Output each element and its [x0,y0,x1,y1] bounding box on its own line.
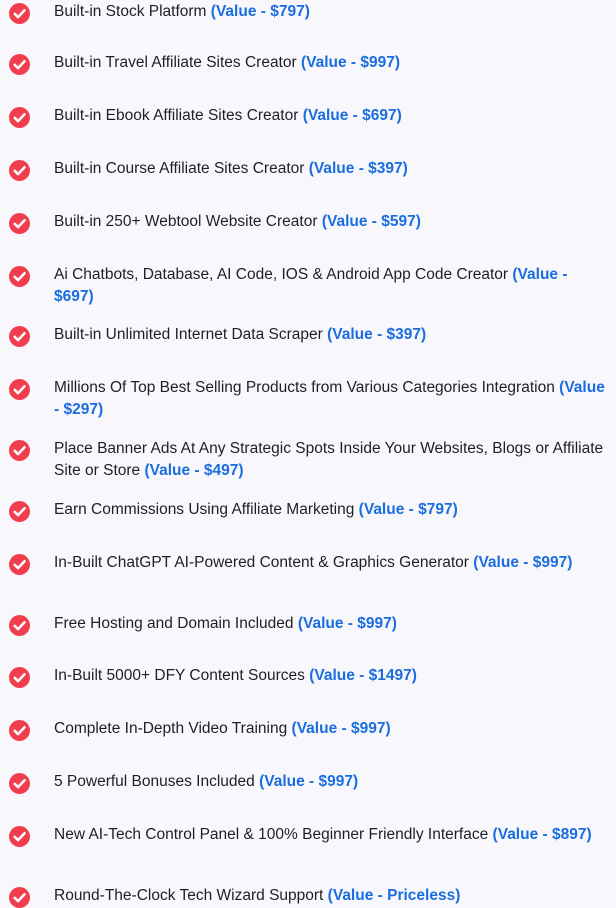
check-circle-icon [9,266,30,287]
feature-value: (Value - $397) [308,160,408,177]
list-item: Complete In-Depth Video Training (Value … [0,718,616,766]
feature-text: Built-in Ebook Affiliate Sites Creator (… [54,105,610,127]
feature-value: (Value - $497) [144,462,244,479]
check-circle-icon [9,615,30,636]
check-circle-icon [9,773,30,794]
feature-label: Built-in Unlimited Internet Data Scraper [54,326,323,343]
list-item: Millions Of Top Best Selling Products fr… [0,377,616,425]
feature-label: In-Built 5000+ DFY Content Sources [54,667,305,684]
list-item: New AI-Tech Control Panel & 100% Beginne… [0,824,616,872]
check-circle-icon [9,440,30,461]
feature-value: (Value - $697) [302,107,402,124]
feature-text: In-Built ChatGPT AI-Powered Content & Gr… [54,552,610,574]
feature-text: Free Hosting and Domain Included (Value … [54,613,610,635]
list-item: Built-in Ebook Affiliate Sites Creator (… [0,105,616,153]
feature-label: Free Hosting and Domain Included [54,615,294,632]
feature-text: In-Built 5000+ DFY Content Sources (Valu… [54,665,610,687]
list-item: Built-in 250+ Webtool Website Creator (V… [0,211,616,259]
check-circle-icon [9,826,30,847]
feature-label: New AI-Tech Control Panel & 100% Beginne… [54,826,489,843]
feature-value: (Value - $997) [473,554,573,571]
list-item: Built-in Stock Platform (Value - $797) [0,1,616,49]
feature-value: (Value - $1497) [309,667,417,684]
check-circle-icon [9,54,30,75]
list-item: Ai Chatbots, Database, AI Code, IOS & An… [0,264,616,312]
feature-value: (Value - $797) [358,501,458,518]
list-item: Built-in Course Affiliate Sites Creator … [0,158,616,206]
feature-label: Built-in Stock Platform [54,3,207,20]
feature-text: Built-in Stock Platform (Value - $797) [54,1,610,23]
feature-text: Built-in Unlimited Internet Data Scraper… [54,324,610,346]
feature-value: (Value - $397) [327,326,427,343]
feature-text: Ai Chatbots, Database, AI Code, IOS & An… [54,264,610,308]
feature-text: Built-in 250+ Webtool Website Creator (V… [54,211,610,233]
feature-label: Built-in 250+ Webtool Website Creator [54,213,318,230]
check-circle-icon [9,379,30,400]
feature-text: 5 Powerful Bonuses Included (Value - $99… [54,771,610,793]
feature-text: Millions Of Top Best Selling Products fr… [54,377,610,421]
feature-label: Built-in Travel Affiliate Sites Creator [54,54,297,71]
feature-value: (Value - $997) [291,720,391,737]
list-item: In-Built 5000+ DFY Content Sources (Valu… [0,665,616,713]
feature-label: Round-The-Clock Tech Wizard Support [54,887,324,904]
list-item: Built-in Unlimited Internet Data Scraper… [0,324,616,372]
list-item: In-Built ChatGPT AI-Powered Content & Gr… [0,552,616,600]
feature-value: (Value - $997) [259,773,359,790]
check-circle-icon [9,107,30,128]
feature-text: New AI-Tech Control Panel & 100% Beginne… [54,824,610,846]
feature-text: Earn Commissions Using Affiliate Marketi… [54,499,610,521]
list-item: Free Hosting and Domain Included (Value … [0,613,616,661]
check-circle-icon [9,326,30,347]
feature-value: (Value - $897) [492,826,592,843]
feature-text: Built-in Travel Affiliate Sites Creator … [54,52,610,74]
check-circle-icon [9,554,30,575]
check-circle-icon [9,667,30,688]
list-item: Place Banner Ads At Any Strategic Spots … [0,438,616,486]
feature-text: Complete In-Depth Video Training (Value … [54,718,610,740]
list-item: Round-The-Clock Tech Wizard Support (Val… [0,885,616,908]
check-circle-icon [9,501,30,522]
feature-label: Built-in Ebook Affiliate Sites Creator [54,107,299,124]
feature-label: Built-in Course Affiliate Sites Creator [54,160,305,177]
check-circle-icon [9,887,30,908]
feature-label: Complete In-Depth Video Training [54,720,288,737]
feature-label: 5 Powerful Bonuses Included [54,773,255,790]
feature-label: In-Built ChatGPT AI-Powered Content & Gr… [54,554,469,571]
feature-label: Earn Commissions Using Affiliate Marketi… [54,501,355,518]
feature-value: (Value - $997) [297,615,397,632]
check-circle-icon [9,160,30,181]
check-circle-icon [9,3,30,24]
list-item: Earn Commissions Using Affiliate Marketi… [0,499,616,547]
feature-label: Millions Of Top Best Selling Products fr… [54,379,555,396]
list-item: Built-in Travel Affiliate Sites Creator … [0,52,616,100]
check-circle-icon [9,213,30,234]
feature-list: Built-in Stock Platform (Value - $797) B… [0,0,616,908]
feature-value: (Value - $797) [210,3,310,20]
feature-value: (Value - Priceless) [327,887,461,904]
feature-text: Round-The-Clock Tech Wizard Support (Val… [54,885,610,907]
check-circle-icon [9,720,30,741]
list-item: 5 Powerful Bonuses Included (Value - $99… [0,771,616,819]
feature-label: Ai Chatbots, Database, AI Code, IOS & An… [54,266,509,283]
feature-text: Place Banner Ads At Any Strategic Spots … [54,438,610,482]
feature-label: Place Banner Ads At Any Strategic Spots … [54,440,604,479]
feature-value: (Value - $597) [321,213,421,230]
feature-value: (Value - $997) [300,54,401,71]
feature-text: Built-in Course Affiliate Sites Creator … [54,158,610,180]
